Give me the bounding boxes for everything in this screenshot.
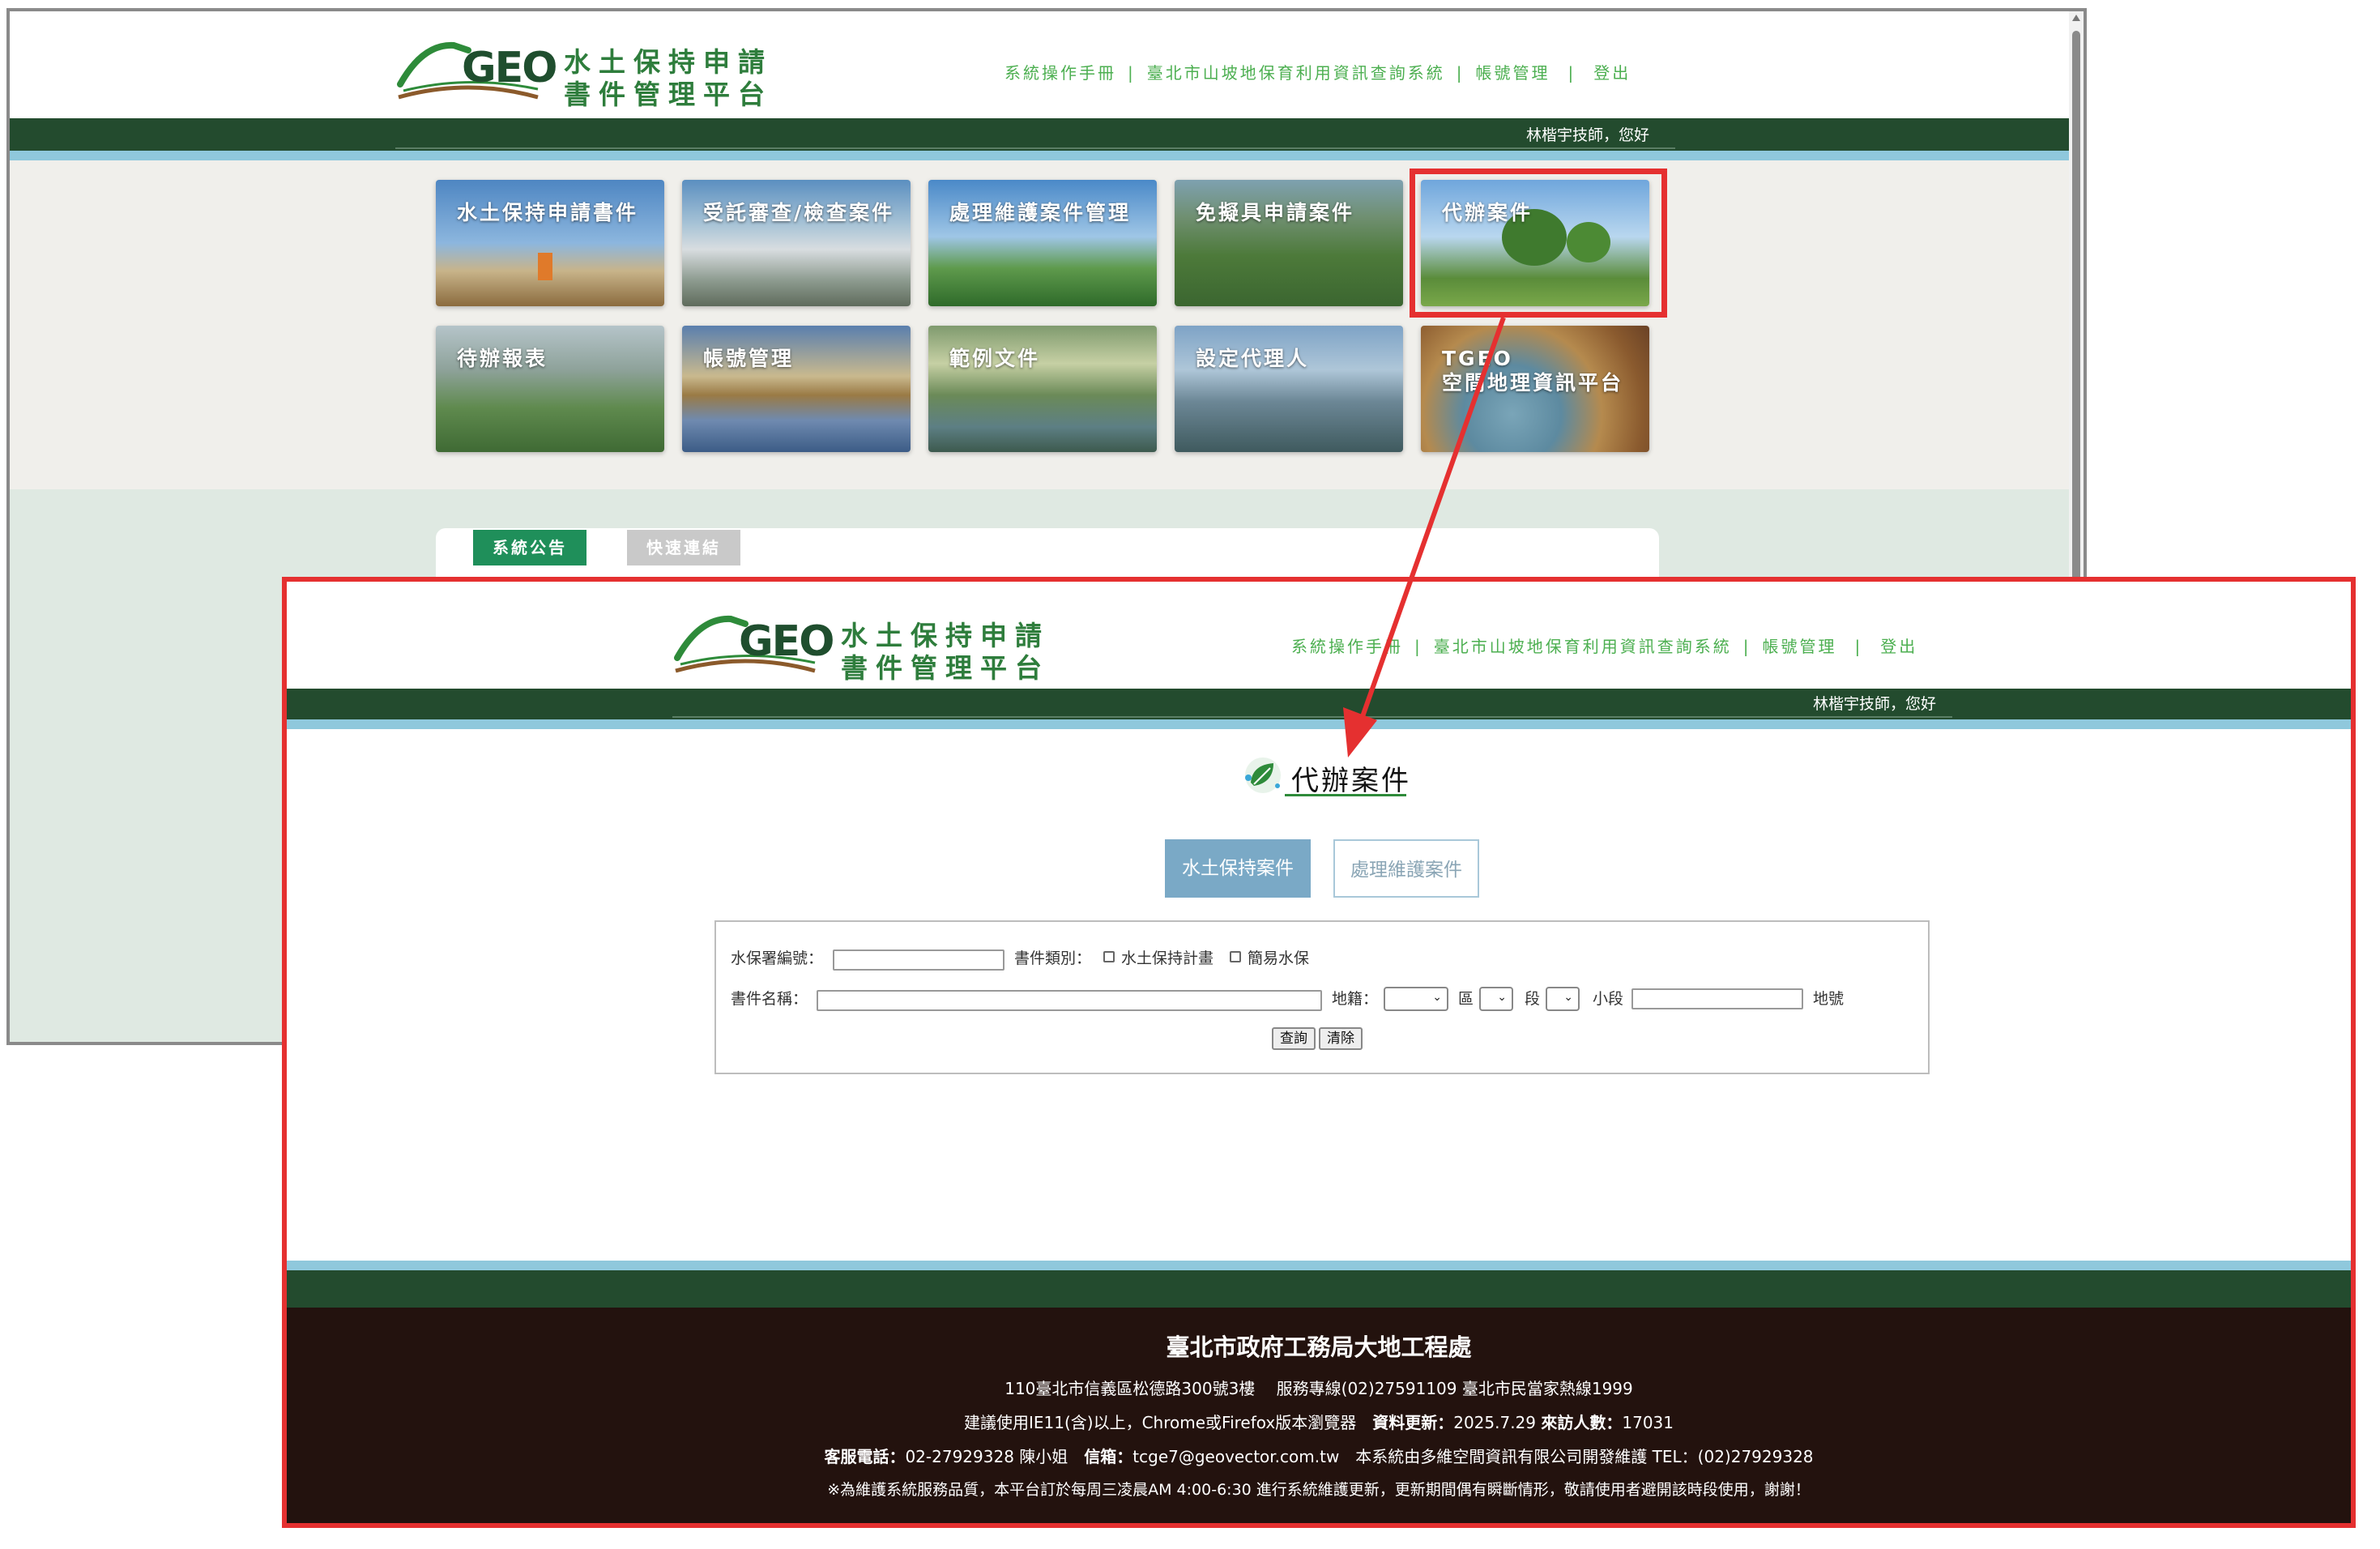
callout-arrow bbox=[1343, 317, 1506, 757]
